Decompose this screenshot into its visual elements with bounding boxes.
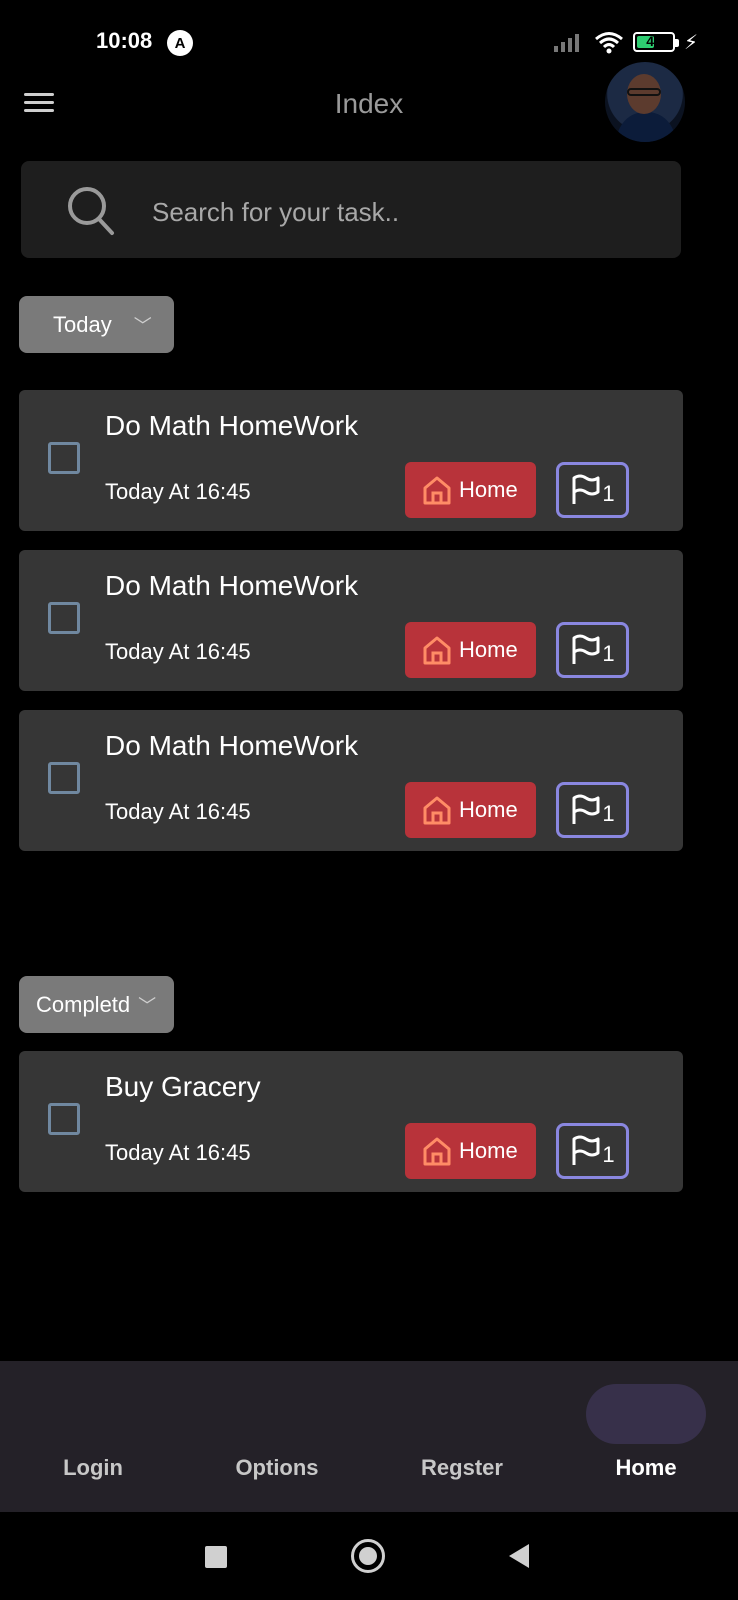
completed-filter-label: Completd xyxy=(36,991,131,1017)
search-input[interactable] xyxy=(150,186,654,238)
completed-filter-dropdown[interactable]: Completd ﹀ xyxy=(19,976,174,1033)
home-icon xyxy=(423,796,451,825)
category-tag[interactable]: Home xyxy=(405,1123,536,1179)
status-time: 10:08 xyxy=(96,28,153,53)
task-title: Do Math HomeWork xyxy=(105,570,359,601)
task-title: Do Math HomeWork xyxy=(105,730,359,761)
nav-item-register[interactable]: Regster xyxy=(382,1455,542,1481)
flag-icon xyxy=(572,1135,600,1165)
task-checkbox[interactable] xyxy=(48,442,80,474)
battery-level: 43 xyxy=(646,33,662,49)
task-time: Today At 16:45 xyxy=(105,799,251,824)
search-icon xyxy=(68,187,114,235)
nav-item-options[interactable]: Options xyxy=(197,1455,357,1481)
today-filter-label: Today xyxy=(53,311,112,337)
task-card[interactable]: Do Math HomeWork Today At 16:45 Home 1 xyxy=(19,550,683,691)
home-button[interactable] xyxy=(351,1539,385,1573)
task-card[interactable]: Buy Gracery Today At 16:45 Home 1 xyxy=(19,1051,683,1192)
avatar[interactable] xyxy=(605,62,685,142)
category-tag[interactable]: Home xyxy=(405,462,536,518)
flag-icon xyxy=(572,474,600,504)
recents-button[interactable] xyxy=(205,1546,227,1568)
task-time: Today At 16:45 xyxy=(105,639,251,664)
signal-icon xyxy=(554,34,579,52)
flag-icon xyxy=(572,794,600,824)
task-card[interactable]: Do Math HomeWork Today At 16:45 Home 1 xyxy=(19,710,683,851)
task-time: Today At 16:45 xyxy=(105,479,251,504)
nav-active-indicator xyxy=(586,1384,706,1444)
category-tag[interactable]: Home xyxy=(405,782,536,838)
priority-flag[interactable]: 1 xyxy=(556,622,629,678)
priority-count: 1 xyxy=(602,481,615,506)
priority-count: 1 xyxy=(602,1142,615,1167)
task-checkbox[interactable] xyxy=(48,762,80,794)
task-checkbox[interactable] xyxy=(48,1103,80,1135)
category-label: Home xyxy=(459,637,518,662)
task-card[interactable]: Do Math HomeWork Today At 16:45 Home 1 xyxy=(19,390,683,531)
category-label: Home xyxy=(459,1138,518,1163)
priority-flag[interactable]: 1 xyxy=(556,462,629,518)
category-tag[interactable]: Home xyxy=(405,622,536,678)
category-label: Home xyxy=(459,477,518,502)
priority-count: 1 xyxy=(602,641,615,666)
back-button[interactable] xyxy=(509,1544,529,1568)
task-time: Today At 16:45 xyxy=(105,1140,251,1165)
app-notification-icon: A xyxy=(167,30,193,56)
today-filter-dropdown[interactable]: Today ﹀ xyxy=(19,296,174,353)
wifi-icon xyxy=(595,32,623,54)
nav-item-home[interactable]: Home xyxy=(566,1455,726,1481)
home-icon xyxy=(423,476,451,505)
priority-flag[interactable]: 1 xyxy=(556,782,629,838)
task-title: Do Math HomeWork xyxy=(105,410,359,441)
flag-icon xyxy=(572,634,600,664)
task-checkbox[interactable] xyxy=(48,602,80,634)
nav-item-login[interactable]: Login xyxy=(13,1455,173,1481)
chevron-down-icon: ﹀ xyxy=(138,995,157,1016)
priority-flag[interactable]: 1 xyxy=(556,1123,629,1179)
category-label: Home xyxy=(459,797,518,822)
charging-icon: ⚡ xyxy=(684,32,699,54)
battery-icon: 43 xyxy=(633,32,679,52)
priority-count: 1 xyxy=(602,801,615,826)
chevron-down-icon: ﹀ xyxy=(133,315,152,336)
home-icon xyxy=(423,636,451,665)
home-icon xyxy=(423,1137,451,1166)
task-title: Buy Gracery xyxy=(105,1071,261,1102)
